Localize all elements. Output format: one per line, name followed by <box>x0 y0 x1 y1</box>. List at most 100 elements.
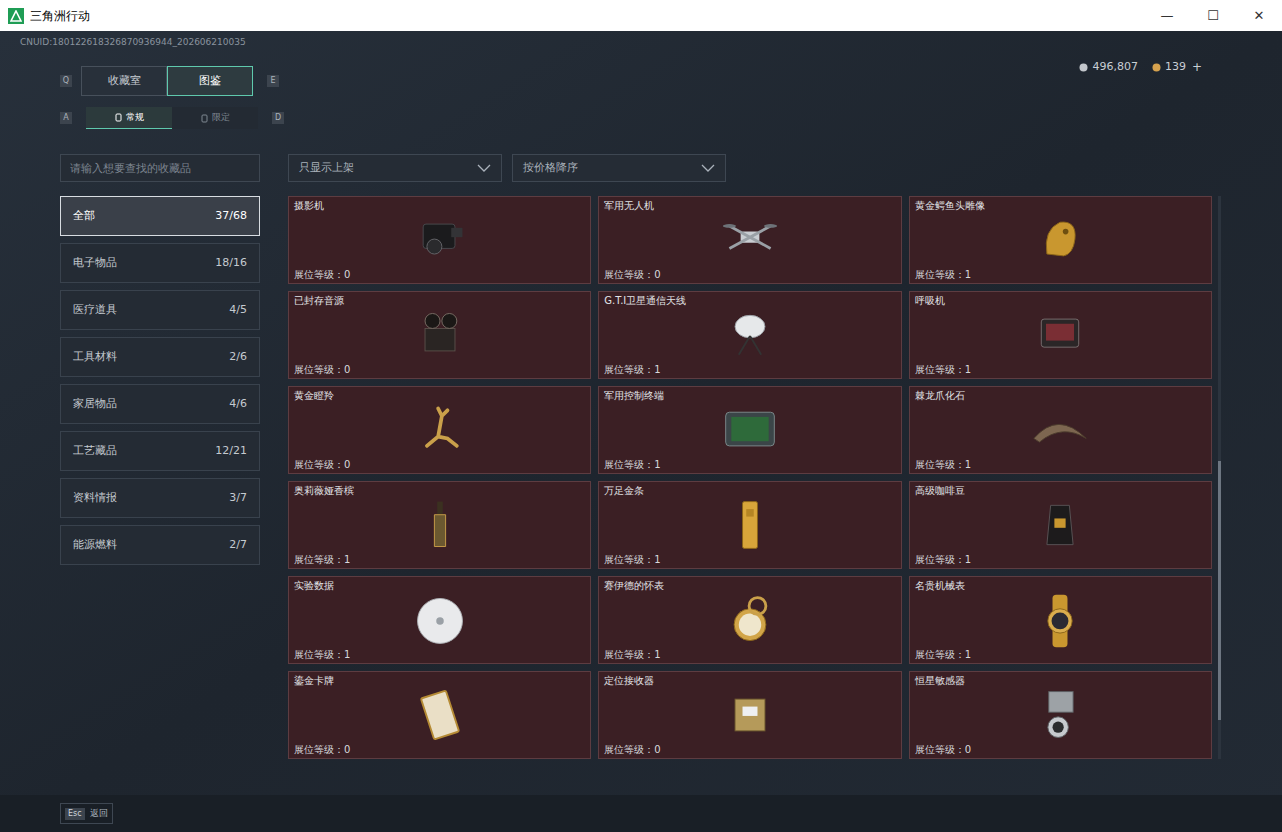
category-item[interactable]: 工具材料2/6 <box>60 337 260 377</box>
filter-dropdown[interactable]: 按价格降序 <box>512 154 726 182</box>
category-label: 工艺藏品 <box>73 443 117 460</box>
item-picture-icon <box>1030 401 1090 459</box>
collection-card[interactable]: 黄金鳄鱼头雕像展位等级：1 <box>909 196 1212 284</box>
collection-card[interactable]: 鎏金卡牌展位等级：0 <box>288 671 591 759</box>
key-hint: Esc <box>65 808 85 820</box>
item-picture-icon <box>720 211 780 269</box>
collection-card[interactable]: 名贵机械表展位等级：1 <box>909 576 1212 664</box>
display-level: 展位等级：1 <box>915 553 1206 566</box>
sub-tab-label: 限定 <box>212 111 230 125</box>
category-item[interactable]: 电子物品 18/16 <box>60 243 260 283</box>
dropdown-label: 按价格降序 <box>523 160 578 177</box>
category-item[interactable]: 能源燃料 2/7 <box>60 525 260 565</box>
category-label: 全部 <box>73 208 95 225</box>
item-name: 奥莉薇娅香槟 <box>294 484 585 497</box>
display-level: 展位等级：0 <box>604 268 895 281</box>
item-picture-icon <box>410 211 470 269</box>
collection-card[interactable]: 定位接收器展位等级：0 <box>598 671 901 759</box>
display-level: 展位等级：0 <box>294 743 585 756</box>
item-picture-icon <box>410 591 470 649</box>
item-name: 黄金鳄鱼头雕像 <box>915 199 1206 212</box>
category-count: 4/6 <box>229 396 247 413</box>
collection-card[interactable]: 已封存音源展位等级：0 <box>288 291 591 379</box>
item-name: 已封存音源 <box>294 294 585 307</box>
category-icon <box>201 114 208 123</box>
collection-card[interactable]: G.T.I卫星通信天线展位等级：1 <box>598 291 901 379</box>
category-count: 3/7 <box>229 490 247 507</box>
category-count: 2/7 <box>229 537 247 554</box>
maximize-button[interactable]: ☐ <box>1190 0 1236 31</box>
back-button[interactable]: Esc 返回 <box>60 803 113 825</box>
tab-label: 收藏室 <box>108 73 141 90</box>
display-level: 展位等级：1 <box>294 553 585 566</box>
collection-card[interactable]: 万足金条展位等级：1 <box>598 481 901 569</box>
item-name: 万足金条 <box>604 484 895 497</box>
category-count: 18/16 <box>215 255 247 272</box>
sub-tab[interactable]: 限定 <box>172 107 258 129</box>
category-item[interactable]: 全部 37/68 <box>60 196 260 236</box>
category-label: 电子物品 <box>73 255 117 272</box>
item-name: 定位接收器 <box>604 674 895 687</box>
item-name: 军用控制终端 <box>604 389 895 402</box>
item-name: 棘龙爪化石 <box>915 389 1206 402</box>
currency-amount: 496,807 <box>1092 59 1138 76</box>
window-title: 三角洲行动 <box>30 7 90 25</box>
collection-card[interactable]: 高级咖啡豆展位等级：1 <box>909 481 1212 569</box>
uid-label: CNUID:180122618326870936944_202606210035 <box>0 36 1282 48</box>
minimize-button[interactable]: — <box>1144 0 1190 31</box>
title-bar: 三角洲行动 —☐✕ <box>0 0 1282 31</box>
collection-card[interactable]: 恒星敏感器展位等级：0 <box>909 671 1212 759</box>
main-tab[interactable]: 图鉴 <box>167 66 253 96</box>
category-icon <box>115 113 122 122</box>
item-picture-icon <box>1030 591 1090 649</box>
collection-card[interactable]: 赛伊德的怀表展位等级：1 <box>598 576 901 664</box>
collection-card[interactable]: 呼吸机展位等级：1 <box>909 291 1212 379</box>
item-name: 高级咖啡豆 <box>915 484 1206 497</box>
display-level: 展位等级：1 <box>915 458 1206 471</box>
item-picture-icon <box>720 496 780 554</box>
key-hint: Q <box>60 75 72 87</box>
scrollbar-track[interactable] <box>1218 196 1221 759</box>
item-picture-icon <box>720 591 780 649</box>
category-label: 工具材料 <box>73 349 117 366</box>
collection-card[interactable]: 摄影机展位等级：0 <box>288 196 591 284</box>
item-name: 名贵机械表 <box>915 579 1206 592</box>
item-picture-icon <box>410 306 470 364</box>
category-item[interactable]: 资料情报3/7 <box>60 478 260 518</box>
collection-card[interactable]: 军用无人机展位等级：0 <box>598 196 901 284</box>
category-count: 37/68 <box>215 208 247 225</box>
search-input[interactable] <box>60 154 260 182</box>
collection-card[interactable]: 军用控制终端展位等级：1 <box>598 386 901 474</box>
item-name: 摄影机 <box>294 199 585 212</box>
category-label: 能源燃料 <box>73 537 117 554</box>
item-name: 黄金瞪羚 <box>294 389 585 402</box>
collection-card[interactable]: 黄金瞪羚展位等级：0 <box>288 386 591 474</box>
collection-card[interactable]: 奥莉薇娅香槟展位等级：1 <box>288 481 591 569</box>
chevron-down-icon <box>477 164 491 172</box>
display-level: 展位等级：0 <box>604 743 895 756</box>
category-item[interactable]: 医疗道具4/5 <box>60 290 260 330</box>
coin-icon <box>1152 63 1161 72</box>
category-item[interactable]: 工艺藏品12/21 <box>60 431 260 471</box>
item-picture-icon <box>1030 306 1090 364</box>
item-picture-icon <box>720 306 780 364</box>
item-name: 军用无人机 <box>604 199 895 212</box>
display-level: 展位等级：1 <box>604 553 895 566</box>
item-picture-icon <box>410 496 470 554</box>
close-button[interactable]: ✕ <box>1236 0 1282 31</box>
key-hint: A <box>60 112 72 124</box>
display-level: 展位等级：1 <box>915 268 1206 281</box>
collection-card[interactable]: 实验数据展位等级：1 <box>288 576 591 664</box>
scrollbar-thumb[interactable] <box>1218 461 1221 720</box>
filter-dropdown[interactable]: 只显示上架 <box>288 154 502 182</box>
category-label: 家居物品 <box>73 396 117 413</box>
sub-tab[interactable]: 常规 <box>86 107 172 129</box>
category-item[interactable]: 家居物品 4/6 <box>60 384 260 424</box>
display-level: 展位等级：0 <box>294 458 585 471</box>
main-tab[interactable]: 收藏室 <box>81 66 167 96</box>
display-level: 展位等级：1 <box>915 363 1206 376</box>
back-label: 返回 <box>90 807 108 821</box>
item-name: 鎏金卡牌 <box>294 674 585 687</box>
collection-card[interactable]: 棘龙爪化石展位等级：1 <box>909 386 1212 474</box>
add-currency-button[interactable]: + <box>1192 58 1202 76</box>
